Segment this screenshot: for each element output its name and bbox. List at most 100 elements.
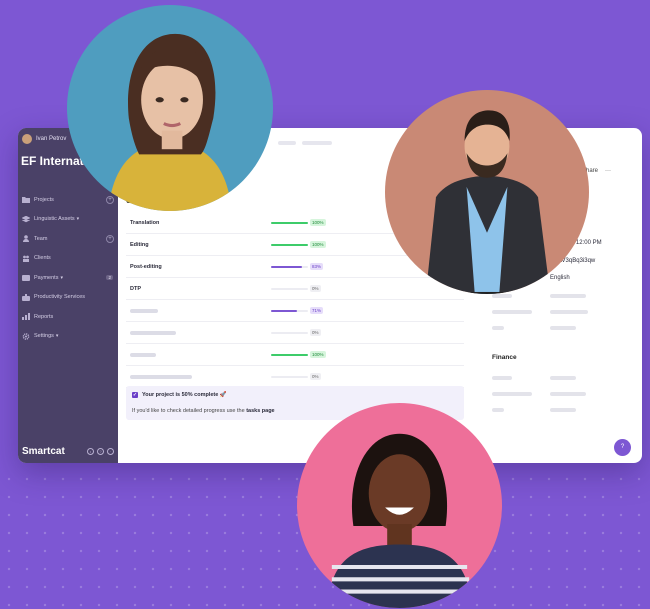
progress-bar — [271, 243, 308, 246]
user-menu[interactable]: Ivan Petrov — [22, 134, 66, 144]
sidebar-item-productivity-services[interactable]: Productivity Services — [18, 288, 118, 308]
chevron-down-icon: ▾ — [55, 333, 59, 340]
progress-bar — [271, 353, 308, 356]
table-row[interactable]: 0% — [126, 366, 464, 388]
notice-heading: ✓ Your project is 50% complete 🚀 — [132, 392, 227, 398]
sidebar-item-label: Team — [34, 235, 48, 242]
sidebar-item-reports[interactable]: Reports — [18, 307, 118, 327]
table-row[interactable]: 100% — [126, 344, 464, 366]
woman-portrait-image — [67, 5, 273, 211]
sidebar-item-clients[interactable]: Clients — [18, 249, 118, 269]
progress-percent-badge: 0% — [310, 329, 321, 336]
finance-placeholder — [550, 376, 576, 380]
add-project-icon[interactable]: + — [106, 195, 114, 204]
notice-title: Your project is 50% complete 🚀 — [142, 392, 227, 398]
sidebar-item-label: Clients — [34, 255, 51, 262]
task-name: Post-editing — [130, 263, 162, 270]
progress-bar — [271, 309, 308, 312]
table-row[interactable]: 0% — [126, 322, 464, 344]
chart-icon — [22, 313, 30, 321]
progress-bar — [271, 331, 308, 334]
notice-body-text: If you'd like to check detailed progress… — [132, 408, 245, 414]
progress-percent-badge: 71% — [310, 307, 324, 314]
sidebar-item-label: Payments — [34, 274, 59, 281]
sidebar-item-team[interactable]: Team + — [18, 229, 118, 249]
detail-placeholder — [492, 294, 512, 298]
finance-placeholder — [492, 408, 504, 412]
payments-badge: 2 — [106, 275, 113, 281]
woman-photo — [67, 5, 273, 211]
task-name-placeholder — [130, 374, 192, 379]
finance-placeholder — [550, 408, 576, 412]
task-name-placeholder — [130, 352, 156, 357]
people-icon — [22, 255, 30, 262]
sidebar-item-label: Projects — [34, 196, 54, 203]
progress-bar — [271, 287, 308, 290]
sidebar-item-payments[interactable]: Payments ▾ 2 — [18, 268, 118, 288]
breadcrumb — [278, 141, 332, 145]
sidebar-footer: Smartcat • ? · — [22, 446, 114, 457]
eye-icon[interactable]: • — [87, 448, 94, 455]
check-icon: ✓ — [132, 392, 138, 398]
sidebar-item-projects[interactable]: Projects + — [18, 190, 118, 210]
progress-bar-fill — [271, 309, 298, 312]
progress-bar-fill — [271, 221, 308, 224]
progress-percent-badge: 83% — [310, 263, 324, 270]
sidebar-item-label: Reports — [34, 313, 54, 320]
add-team-member-icon[interactable]: + — [106, 234, 114, 243]
tasks-page-link[interactable]: tasks page — [246, 408, 274, 414]
chevron-down-icon: ▾ — [60, 274, 63, 281]
layers-icon — [22, 215, 30, 223]
progress-bar-fill — [271, 265, 302, 268]
smiling-woman-photo — [297, 403, 502, 608]
folder-icon — [22, 196, 30, 204]
man-portrait-image — [385, 90, 589, 294]
table-row[interactable]: DTP 0% — [126, 278, 464, 300]
sidebar-item-label: Settings — [34, 333, 54, 340]
task-name: Editing — [130, 241, 149, 248]
progress-bar — [271, 221, 308, 224]
sidebar-item-label: Linguistic Assets — [34, 216, 75, 223]
help-circle-icon[interactable]: ? — [97, 448, 104, 455]
finance-placeholder — [550, 392, 586, 396]
task-name-placeholder — [130, 308, 158, 313]
breadcrumb-placeholder — [302, 141, 332, 145]
chevron-down-icon: ▾ — [76, 216, 80, 223]
progress-bar-fill — [271, 243, 308, 246]
progress-percent-badge: 100% — [310, 219, 326, 226]
briefcase-icon — [22, 293, 30, 301]
detail-placeholder — [550, 326, 576, 330]
detail-placeholder — [550, 310, 588, 314]
smiling-woman-portrait-image — [297, 403, 502, 608]
help-button[interactable]: ? — [614, 439, 631, 456]
person-icon — [22, 235, 30, 243]
task-name-placeholder — [130, 330, 176, 335]
breadcrumb-placeholder — [278, 141, 296, 145]
man-photo — [385, 90, 589, 294]
avatar — [22, 134, 32, 144]
wallet-icon — [22, 274, 30, 282]
progress-percent-badge: 100% — [310, 241, 326, 248]
user-name: Ivan Petrov — [36, 136, 67, 142]
task-name: Translation — [130, 219, 160, 226]
task-name: DTP — [130, 285, 141, 292]
chat-icon[interactable]: · — [107, 448, 114, 455]
sidebar-item-settings[interactable]: Settings ▾ — [18, 327, 118, 347]
sidebar-nav: Projects + Linguistic Assets ▾ Team + Cl… — [18, 190, 118, 346]
progress-bar-fill — [271, 353, 308, 356]
progress-percent-badge: 100% — [310, 351, 326, 358]
finance-placeholder — [492, 392, 532, 396]
notice-body: If you'd like to check detailed progress… — [132, 408, 275, 414]
progress-bar — [271, 265, 308, 268]
sidebar-item-linguistic-assets[interactable]: Linguistic Assets ▾ — [18, 210, 118, 230]
finance-placeholder — [492, 376, 512, 380]
sidebar-item-label: Productivity Services — [34, 294, 86, 301]
detail-placeholder — [492, 310, 532, 314]
finance-title: Finance — [492, 354, 517, 361]
language-value: English — [550, 275, 570, 281]
detail-placeholder — [550, 294, 586, 298]
table-row[interactable]: 71% — [126, 300, 464, 322]
smartcat-logo: Smartcat — [22, 446, 65, 457]
footer-icons: • ? · — [87, 448, 114, 455]
progress-percent-badge: 0% — [310, 285, 321, 292]
